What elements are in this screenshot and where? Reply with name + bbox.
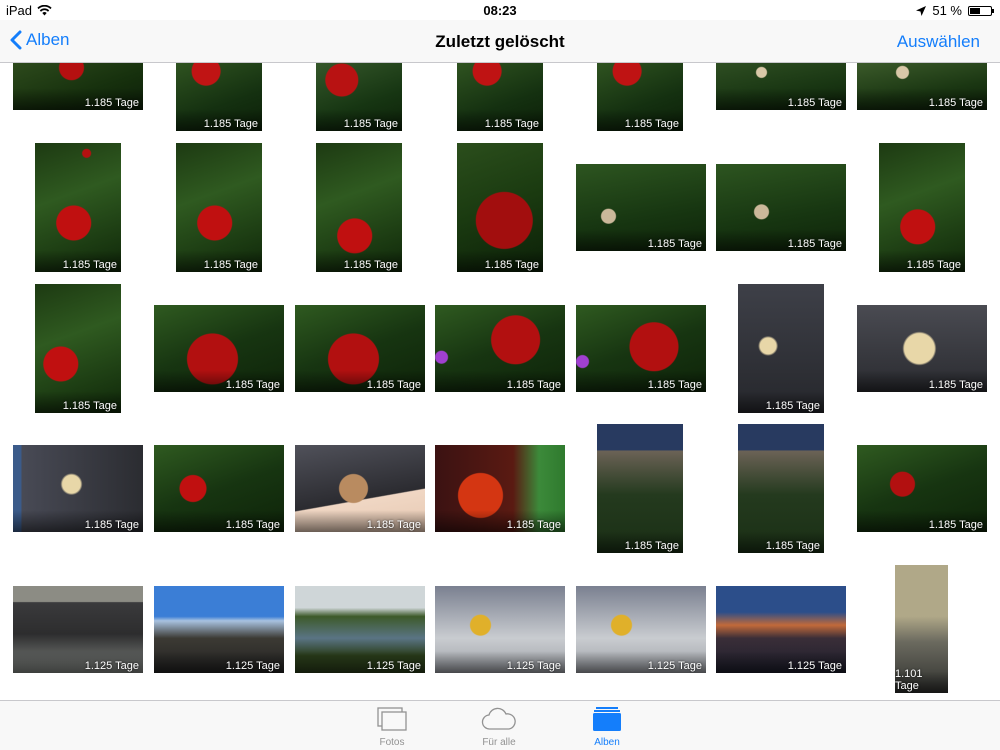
albums-icon (593, 707, 621, 731)
photo-thumbnail[interactable]: 1.125 Tage (716, 586, 846, 673)
days-remaining-label: 1.185 Tage (787, 97, 842, 109)
days-remaining-label: 1.185 Tage (647, 379, 702, 391)
days-remaining-label: 1.185 Tage (62, 400, 117, 412)
tab-bar: Fotos Für alle Alben (0, 700, 1000, 750)
days-remaining-label: 1.185 Tage (765, 400, 820, 412)
days-remaining-label: 1.185 Tage (343, 259, 398, 271)
tab-shared-label: Für alle (482, 737, 516, 748)
photo-thumbnail[interactable]: 1.185 Tage (576, 164, 706, 251)
select-button[interactable]: Auswählen (897, 32, 980, 52)
photo-thumbnail[interactable]: 1.101 Tage (895, 565, 948, 693)
days-remaining-label: 1.185 Tage (928, 519, 983, 531)
days-remaining-label: 1.185 Tage (366, 519, 421, 531)
days-remaining-label: 1.185 Tage (225, 379, 280, 391)
days-remaining-label: 1.185 Tage (203, 259, 258, 271)
days-remaining-label: 1.185 Tage (765, 540, 820, 552)
photo-thumbnail[interactable]: 1.185 Tage (857, 63, 987, 110)
back-button-label: Alben (26, 30, 70, 49)
days-remaining-label: 1.185 Tage (62, 259, 117, 271)
clock: 08:23 (483, 3, 517, 18)
days-remaining-label: 1.125 Tage (506, 660, 561, 672)
days-remaining-label: 1.185 Tage (225, 519, 280, 531)
photo-thumbnail[interactable]: 1.185 Tage (13, 445, 143, 532)
tab-photos[interactable]: Fotos (357, 707, 427, 748)
back-button[interactable]: Alben (10, 30, 69, 50)
days-remaining-label: 1.125 Tage (225, 660, 280, 672)
tab-albums[interactable]: Alben (572, 707, 642, 748)
days-remaining-label: 1.125 Tage (366, 660, 421, 672)
days-remaining-label: 1.125 Tage (84, 660, 139, 672)
photo-thumbnail[interactable]: 1.185 Tage (35, 284, 121, 413)
photo-thumbnail[interactable]: 1.185 Tage (154, 305, 284, 392)
photo-thumbnail[interactable]: 1.185 Tage (176, 143, 262, 272)
photo-grid: 1.185 Tage 1.185 Tage 1.185 Tage 1.185 Tage… (0, 63, 1000, 700)
days-remaining-label: 1.185 Tage (506, 379, 561, 391)
photo-thumbnail[interactable]: 1.185 Tage (738, 424, 824, 553)
photo-thumbnail[interactable]: 1.185 Tage (457, 63, 543, 131)
photo-thumbnail[interactable]: 1.185 Tage (738, 284, 824, 413)
photo-thumbnail[interactable]: 1.185 Tage (13, 63, 143, 110)
photos-icon (377, 707, 407, 731)
cloud-icon (481, 707, 516, 730)
days-remaining-label: 1.185 Tage (84, 97, 139, 109)
photo-thumbnail[interactable]: 1.185 Tage (716, 164, 846, 251)
days-remaining-label: 1.185 Tage (624, 540, 679, 552)
photo-thumbnail[interactable]: 1.125 Tage (435, 586, 565, 673)
photo-thumbnail[interactable]: 1.185 Tage (597, 424, 683, 553)
photo-thumbnail[interactable]: 1.185 Tage (295, 305, 425, 392)
days-remaining-label: 1.185 Tage (203, 118, 258, 130)
photo-thumbnail[interactable]: 1.185 Tage (435, 445, 565, 532)
days-remaining-label: 1.125 Tage (787, 660, 842, 672)
battery-icon (968, 5, 994, 16)
photo-thumbnail[interactable]: 1.185 Tage (176, 63, 262, 131)
battery-level (970, 7, 981, 14)
tab-photos-label: Fotos (379, 737, 405, 748)
photo-thumbnail[interactable]: 1.185 Tage (597, 63, 683, 131)
photo-thumbnail[interactable]: 1.185 Tage (576, 305, 706, 392)
photo-thumbnail[interactable]: 1.185 Tage (879, 143, 965, 272)
page-title: Zuletzt gelöscht (435, 32, 565, 51)
photo-thumbnail[interactable]: 1.185 Tage (316, 63, 402, 131)
photo-thumbnail[interactable]: 1.185 Tage (457, 143, 543, 272)
days-remaining-label: 1.185 Tage (787, 238, 842, 250)
photo-thumbnail[interactable]: 1.125 Tage (576, 586, 706, 673)
photo-thumbnail[interactable]: 1.185 Tage (295, 445, 425, 532)
photo-thumbnail[interactable]: 1.185 Tage (716, 63, 846, 110)
photo-thumbnail[interactable]: 1.125 Tage (295, 586, 425, 673)
days-remaining-label: 1.185 Tage (484, 259, 539, 271)
days-remaining-label: 1.185 Tage (484, 118, 539, 130)
days-remaining-label: 1.185 Tage (928, 97, 983, 109)
photo-thumbnail[interactable]: 1.125 Tage (154, 586, 284, 673)
photo-thumbnail[interactable]: 1.185 Tage (857, 305, 987, 392)
location-arrow-icon (916, 5, 927, 16)
days-remaining-label: 1.101 Tage (895, 668, 923, 692)
photo-thumbnail[interactable]: 1.125 Tage (13, 586, 143, 673)
days-remaining-label: 1.125 Tage (647, 660, 702, 672)
days-remaining-label: 1.185 Tage (906, 259, 961, 271)
photo-thumbnail[interactable]: 1.185 Tage (857, 445, 987, 532)
tab-albums-label: Alben (594, 737, 620, 748)
days-remaining-label: 1.185 Tage (647, 238, 702, 250)
days-remaining-label: 1.185 Tage (624, 118, 679, 130)
status-bar: iPad 08:23 51 % (0, 0, 1000, 20)
chevron-left-icon (10, 30, 22, 50)
photo-thumbnail[interactable]: 1.185 Tage (316, 143, 402, 272)
navigation-bar: Alben Zuletzt gelöscht Auswählen (0, 20, 1000, 63)
photo-thumbnail[interactable]: 1.185 Tage (35, 143, 121, 272)
days-remaining-label: 1.185 Tage (506, 519, 561, 531)
days-remaining-label: 1.185 Tage (343, 118, 398, 130)
photo-thumbnail[interactable]: 1.185 Tage (154, 445, 284, 532)
days-remaining-label: 1.185 Tage (84, 519, 139, 531)
days-remaining-label: 1.185 Tage (366, 379, 421, 391)
photo-thumbnail[interactable]: 1.185 Tage (435, 305, 565, 392)
battery-percent: 51 % (932, 3, 962, 18)
tab-shared[interactable]: Für alle (464, 707, 534, 748)
days-remaining-label: 1.185 Tage (928, 379, 983, 391)
